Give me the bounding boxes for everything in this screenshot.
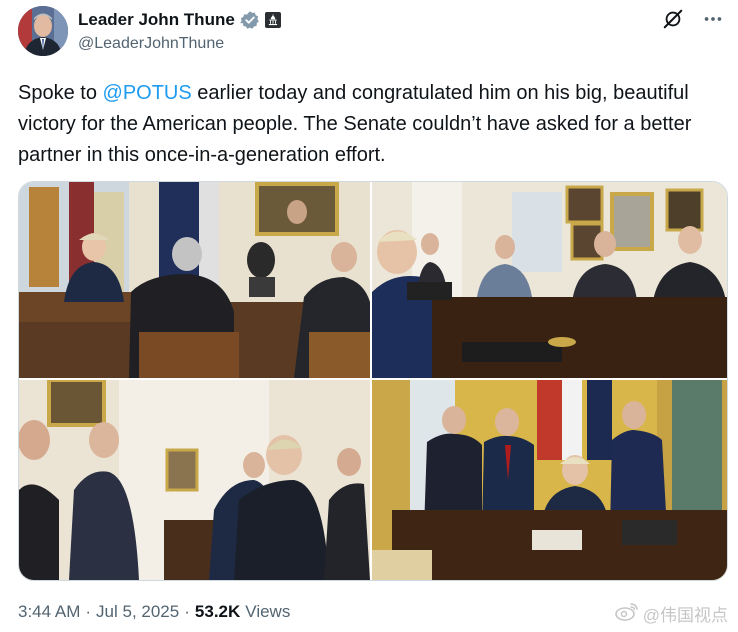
meta-separator: · <box>184 602 190 621</box>
verified-badge-icon[interactable] <box>240 10 260 30</box>
more-dots-icon[interactable] <box>702 8 724 30</box>
watermark: @伟国视点 <box>614 601 728 626</box>
views-count: 53.2K <box>194 602 241 621</box>
photo-2[interactable] <box>372 182 727 378</box>
grok-icon[interactable] <box>662 8 684 30</box>
tweet-date[interactable]: Jul 5, 2025 <box>96 602 179 622</box>
tweet-text: Spoke to @POTUS earlier today and congra… <box>18 78 718 171</box>
mention-link[interactable]: @POTUS <box>103 82 192 104</box>
author-display-name[interactable]: Leader John Thune <box>78 10 235 30</box>
tweet-time[interactable]: 3:44 AM <box>18 602 80 622</box>
watermark-text: @伟国视点 <box>642 606 728 625</box>
meta-separator: · <box>85 602 92 621</box>
author-handle[interactable]: @LeaderJohnThune <box>78 35 281 53</box>
photo-grid <box>18 181 728 581</box>
views-label: Views <box>245 602 291 621</box>
photo-1[interactable] <box>19 182 370 378</box>
photo-3[interactable] <box>19 380 370 580</box>
photo-4[interactable] <box>372 380 727 580</box>
tweet-text-before: Spoke to <box>18 82 103 104</box>
tweet-header: Leader John Thune @LeaderJohnThune <box>18 6 730 58</box>
avatar[interactable] <box>18 6 68 56</box>
government-capitol-icon[interactable] <box>264 12 281 28</box>
weibo-icon <box>614 601 639 626</box>
tweet-meta: 3:44 AM · Jul 5, 2025 · 53.2K Views <box>18 602 290 622</box>
